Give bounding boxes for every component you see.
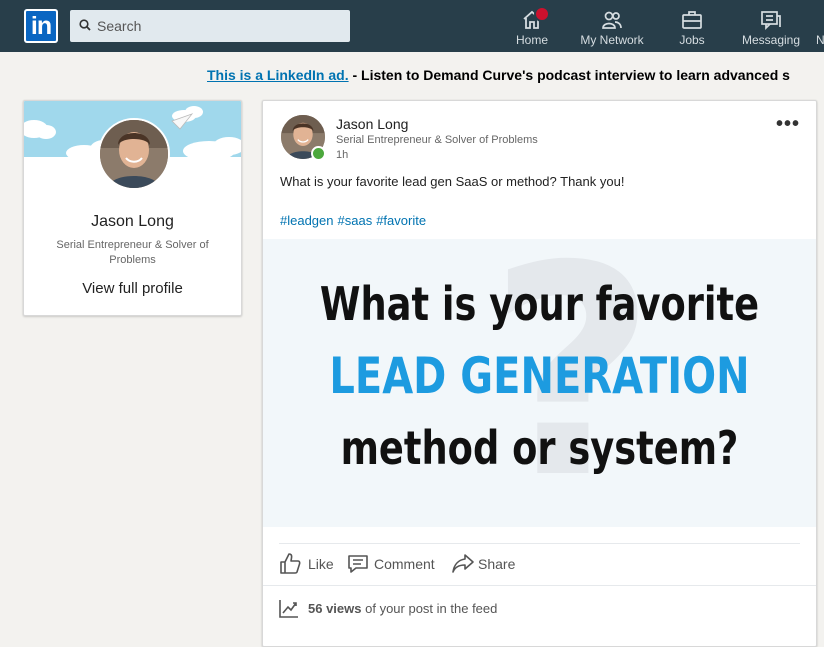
- online-status-indicator: [311, 146, 326, 161]
- hashtag-link[interactable]: #favorite: [376, 213, 426, 228]
- nav-messaging-label: Messaging: [741, 33, 801, 47]
- profile-card: Jason Long Serial Entrepreneur & Solver …: [23, 100, 242, 316]
- notification-badge: [534, 6, 550, 22]
- feed-post: Jason Long Serial Entrepreneur & Solver …: [262, 100, 817, 647]
- ad-link[interactable]: This is a LinkedIn ad.: [207, 67, 349, 83]
- linkedin-logo[interactable]: in: [24, 9, 58, 43]
- thumbs-up-icon: [280, 553, 301, 574]
- nav-home-label: Home: [515, 33, 548, 47]
- top-nav-bar: in Home My Network Jobs: [0, 0, 824, 52]
- post-hashtags: #leadgen #saas #favorite: [280, 213, 430, 228]
- post-author-headline: Serial Entrepreneur & Solver of Problems: [336, 134, 538, 146]
- share-icon: [452, 554, 474, 573]
- nav-notifications[interactable]: N: [816, 6, 824, 50]
- image-text-line-3: method or system?: [340, 421, 739, 475]
- search-box[interactable]: [70, 10, 350, 42]
- analytics-icon: [279, 600, 298, 618]
- ad-banner: This is a LinkedIn ad. - Listen to Deman…: [207, 67, 790, 83]
- search-icon: [79, 19, 91, 31]
- search-input[interactable]: [97, 10, 337, 42]
- ad-text[interactable]: Listen to Demand Curve's podcast intervi…: [361, 67, 790, 83]
- jobs-icon: [682, 11, 702, 29]
- profile-headline: Serial Entrepreneur & Solver of Problems: [56, 239, 209, 266]
- hashtag-link[interactable]: #leadgen: [280, 213, 334, 228]
- like-button[interactable]: Like: [279, 551, 339, 577]
- like-label: Like: [308, 556, 334, 572]
- views-suffix: of your post in the feed: [361, 601, 498, 616]
- post-image[interactable]: ? What is your favorite LEAD GENERATION …: [263, 239, 816, 527]
- nav-home[interactable]: Home: [510, 6, 554, 50]
- nav-notifications-label: N: [816, 33, 824, 47]
- view-full-profile-link[interactable]: View full profile: [24, 280, 241, 297]
- profile-avatar[interactable]: [98, 118, 170, 190]
- nav-jobs[interactable]: Jobs: [670, 6, 714, 50]
- post-author-name[interactable]: Jason Long: [336, 116, 408, 132]
- comment-button[interactable]: Comment: [347, 551, 439, 577]
- share-button[interactable]: Share: [451, 551, 521, 577]
- image-text-line-1: What is your favorite: [319, 277, 760, 331]
- nav-my-network[interactable]: My Network: [576, 6, 648, 50]
- nav-messaging[interactable]: Messaging: [738, 6, 804, 50]
- divider: [279, 543, 800, 544]
- more-options-button[interactable]: •••: [776, 113, 800, 136]
- comment-label: Comment: [374, 556, 435, 572]
- person-photo: [100, 120, 168, 188]
- ad-separator: -: [348, 67, 362, 83]
- network-icon: [602, 11, 622, 29]
- hashtag-link[interactable]: #saas: [338, 213, 373, 228]
- post-text: What is your favorite lead gen SaaS or m…: [280, 174, 625, 189]
- nav-jobs-label: Jobs: [679, 33, 705, 47]
- comment-icon: [348, 555, 368, 573]
- nav-my-network-label: My Network: [580, 33, 644, 47]
- divider: [263, 585, 816, 586]
- views-count: 56 views: [308, 601, 362, 616]
- image-text-line-2: LEAD GENERATION: [329, 347, 750, 405]
- profile-name[interactable]: Jason Long: [24, 213, 241, 231]
- messaging-icon: [761, 11, 781, 31]
- share-label: Share: [478, 556, 516, 572]
- post-timestamp: 1h: [336, 149, 349, 161]
